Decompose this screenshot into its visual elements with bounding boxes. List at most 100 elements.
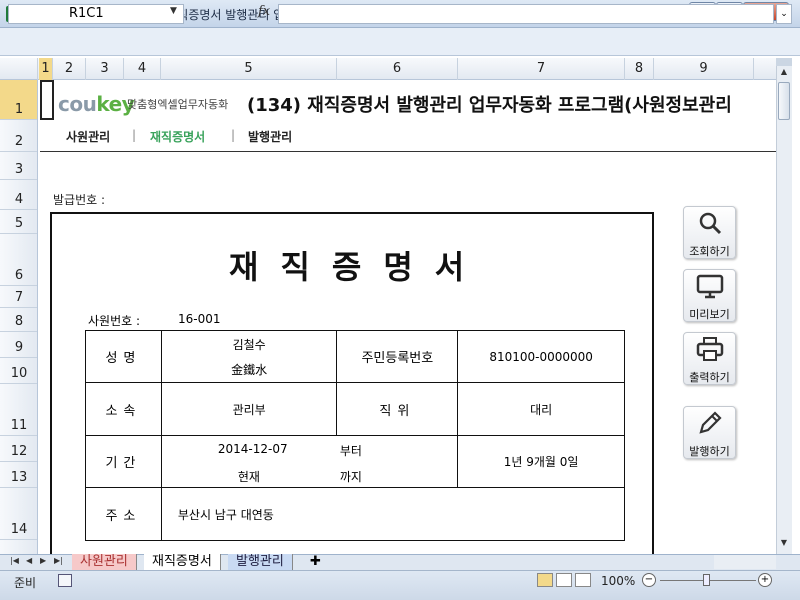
preview-button[interactable]: 미리보기 bbox=[683, 269, 736, 322]
column-header-cell[interactable]: 4 bbox=[124, 58, 161, 80]
nav-item-employee-management[interactable]: 사원관리 bbox=[66, 128, 110, 145]
insert-function-icon[interactable]: fx bbox=[258, 4, 270, 19]
select-all-corner[interactable] bbox=[0, 58, 38, 80]
pencil-icon bbox=[684, 410, 735, 443]
page-break-view-icon[interactable] bbox=[575, 573, 591, 587]
nav-separator: | bbox=[132, 128, 137, 142]
row-header-cell[interactable]: 10 bbox=[0, 358, 37, 384]
from-word: 부터 bbox=[339, 444, 362, 458]
sheet-tab-issue[interactable]: 발행관리 bbox=[228, 554, 293, 570]
dept-value: 관리부 bbox=[160, 382, 338, 436]
column-header-cell[interactable]: 1 bbox=[39, 58, 53, 80]
employee-number-label: 사원번호 : bbox=[88, 314, 141, 328]
dept-label: 소속 bbox=[85, 382, 162, 436]
zoom-level[interactable]: 100% bbox=[601, 574, 635, 588]
scroll-down-icon[interactable]: ▼ bbox=[777, 538, 791, 552]
logo-subtitle: 맞춤형엑셀업무자동화 bbox=[127, 98, 229, 111]
certificate-title: 재직증명서 bbox=[229, 248, 487, 286]
rrn-label: 주민등록번호 bbox=[336, 330, 459, 383]
column-header-cell[interactable]: 7 bbox=[458, 58, 625, 80]
zoom-in-icon[interactable]: + bbox=[758, 573, 772, 587]
period-cell: 2014-12-07 부터 현재 까지 bbox=[160, 435, 459, 488]
zoom-slider-thumb[interactable] bbox=[703, 574, 710, 586]
print-button-label: 출력하기 bbox=[689, 371, 730, 384]
scroll-up-icon[interactable]: ▲ bbox=[777, 67, 791, 81]
print-button[interactable]: 출력하기 bbox=[683, 332, 736, 385]
last-sheet-icon[interactable]: ▶| bbox=[54, 556, 63, 565]
column-header-cell[interactable]: 5 bbox=[161, 58, 337, 80]
search-button-label: 조회하기 bbox=[689, 245, 730, 258]
row-header-cell[interactable]: 14 bbox=[0, 488, 37, 540]
position-label: 직위 bbox=[336, 382, 459, 436]
issue-button[interactable]: 발행하기 bbox=[683, 406, 736, 459]
chevron-down-icon[interactable]: ▼ bbox=[170, 6, 177, 16]
active-cell[interactable] bbox=[40, 80, 54, 120]
row-header-cell[interactable]: 5 bbox=[0, 210, 37, 234]
page-layout-view-icon[interactable] bbox=[556, 573, 572, 587]
normal-view-icon[interactable] bbox=[537, 573, 553, 587]
name-label: 성명 bbox=[85, 330, 162, 383]
address-value: 부산시 남구 대연동 bbox=[160, 487, 626, 541]
row-header: 1 2 3 4 5 6 7 8 9 10 11 12 13 14 bbox=[0, 80, 38, 554]
column-header-cell[interactable]: 8 bbox=[625, 58, 654, 80]
formula-input[interactable] bbox=[278, 4, 774, 24]
row-header-cell[interactable]: 2 bbox=[0, 120, 37, 152]
sheet-tab-employee[interactable]: 사원관리 bbox=[72, 554, 137, 570]
first-sheet-icon[interactable]: |◀ bbox=[10, 556, 19, 565]
row-header-cell[interactable]: 4 bbox=[0, 180, 37, 210]
column-header: 1 2 3 4 5 6 7 8 9 bbox=[0, 58, 776, 80]
position-value: 대리 bbox=[457, 382, 625, 436]
column-header-cell[interactable]: 6 bbox=[337, 58, 458, 80]
name-value: 김철수 bbox=[232, 337, 266, 352]
status-text: 준비 bbox=[14, 576, 37, 590]
column-header-cell[interactable]: 2 bbox=[53, 58, 86, 80]
issue-button-label: 발행하기 bbox=[689, 445, 730, 458]
split-handle[interactable] bbox=[776, 58, 792, 66]
sheet-tab-certificate[interactable]: 재직증명서 bbox=[144, 554, 221, 570]
period-label: 기간 bbox=[85, 435, 162, 488]
column-header-cell[interactable]: 3 bbox=[86, 58, 124, 80]
row-header-cell[interactable]: 1 bbox=[0, 80, 37, 120]
nav-divider bbox=[40, 151, 776, 152]
search-icon bbox=[684, 210, 735, 243]
start-date: 2014-12-07 bbox=[217, 442, 288, 456]
row-header-cell[interactable]: 3 bbox=[0, 152, 37, 180]
row-header-cell[interactable]: 9 bbox=[0, 332, 37, 358]
end-date: 현재 bbox=[237, 470, 260, 484]
row-header-cell[interactable]: 13 bbox=[0, 462, 37, 488]
nav-item-certificate[interactable]: 재직증명서 bbox=[150, 128, 205, 145]
vertical-scrollbar[interactable] bbox=[776, 58, 792, 554]
duration-value: 1년 9개월 0일 bbox=[457, 435, 625, 488]
issue-number-label: 발급번호 : bbox=[53, 193, 106, 207]
new-sheet-icon[interactable]: ✚ bbox=[302, 554, 329, 570]
row-header-cell[interactable]: 8 bbox=[0, 308, 37, 332]
nav-item-issue-management[interactable]: 발행관리 bbox=[248, 128, 292, 145]
name-cell: 김철수 金鐵水 bbox=[160, 330, 338, 383]
employee-number-value: 16-001 bbox=[178, 312, 221, 326]
next-sheet-icon[interactable]: ▶ bbox=[40, 556, 46, 565]
prev-sheet-icon[interactable]: ◀ bbox=[26, 556, 32, 565]
name-hanja-value: 金鐵水 bbox=[231, 362, 268, 377]
address-label: 주소 bbox=[85, 487, 162, 541]
name-box[interactable]: R1C1 bbox=[8, 4, 184, 24]
macro-record-icon[interactable] bbox=[58, 574, 72, 587]
column-header-cell[interactable]: 9 bbox=[654, 58, 754, 80]
vertical-scroll-thumb[interactable] bbox=[778, 82, 790, 120]
row-header-cell[interactable]: 7 bbox=[0, 286, 37, 308]
expand-formula-icon[interactable]: ⌄ bbox=[776, 4, 792, 24]
row-header-cell[interactable]: 6 bbox=[0, 234, 37, 286]
certificate-info-table: 성명 김철수 金鐵水 주민등록번호 810100-0000000 소속 관리부 … bbox=[85, 330, 626, 541]
nav-separator: | bbox=[231, 128, 236, 142]
monitor-icon bbox=[684, 273, 735, 306]
horizontal-scrollbar[interactable] bbox=[714, 555, 776, 569]
printer-icon bbox=[684, 336, 735, 369]
rrn-value: 810100-0000000 bbox=[457, 330, 625, 383]
status-bar bbox=[0, 570, 800, 600]
to-word: 까지 bbox=[339, 470, 362, 484]
search-button[interactable]: 조회하기 bbox=[683, 206, 736, 259]
row-header-cell[interactable]: 11 bbox=[0, 384, 37, 436]
row-header-cell[interactable]: 12 bbox=[0, 436, 37, 462]
zoom-out-icon[interactable]: − bbox=[642, 573, 656, 587]
formula-bar bbox=[0, 28, 800, 56]
coukey-logo: coukey bbox=[58, 92, 135, 116]
